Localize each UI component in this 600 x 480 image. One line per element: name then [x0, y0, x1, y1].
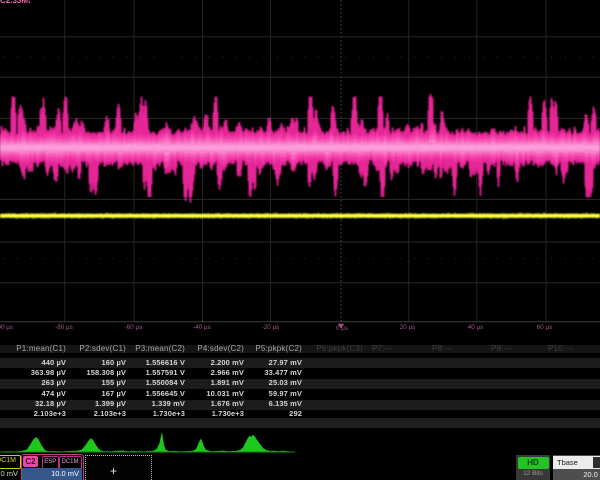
svg-text:-40 µs: -40 µs	[193, 324, 211, 331]
svg-text:-80 µs: -80 µs	[55, 324, 73, 331]
svg-text:40 µs: 40 µs	[468, 324, 484, 331]
svg-text:-100 µs: -100 µs	[0, 324, 13, 331]
svg-text:-20 µs: -20 µs	[262, 324, 280, 331]
svg-text:60 µs: 60 µs	[537, 324, 553, 331]
svg-text:-60 µs: -60 µs	[125, 324, 143, 331]
svg-text:20 µs: 20 µs	[400, 324, 416, 331]
